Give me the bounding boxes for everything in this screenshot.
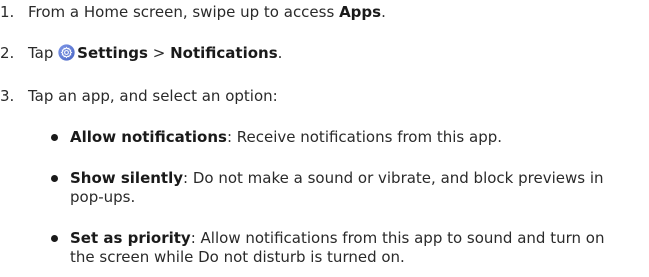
instructions-document: 1. From a Home screen, swipe up to acces…: [0, 0, 649, 277]
step-text: From a Home screen, swipe up to access A…: [28, 3, 386, 21]
option-text: Show silently: Do not make a sound or vi…: [70, 169, 615, 207]
step-2: 2. Tap Settings > Notifications.: [0, 44, 282, 63]
option-name: Allow notifications: [70, 128, 227, 146]
option-name: Set as priority: [70, 229, 191, 247]
settings-gear-icon: [58, 44, 75, 61]
step-number: 2.: [0, 44, 15, 62]
step-3: 3. Tap an app, and select an option:: [0, 87, 278, 106]
settings-label: Settings: [77, 44, 148, 62]
bullet-dot: [51, 175, 58, 182]
apps-label: Apps: [339, 3, 382, 21]
option-text: Allow notifications: Receive notificatio…: [70, 128, 615, 147]
step-text: Tap Settings > Notifications.: [28, 44, 283, 62]
step-1: 1. From a Home screen, swipe up to acces…: [0, 3, 386, 22]
option-text: Set as priority: Allow notifications fro…: [70, 229, 615, 267]
bullet-dot: [51, 134, 58, 141]
notifications-label: Notifications: [170, 44, 278, 62]
option-name: Show silently: [70, 169, 184, 187]
step-number: 1.: [0, 3, 15, 21]
option-description: : Receive notifications from this app.: [226, 128, 503, 146]
bullet-dot: [51, 235, 58, 242]
step-number: 3.: [0, 87, 15, 105]
step-text: Tap an app, and select an option:: [28, 87, 278, 105]
